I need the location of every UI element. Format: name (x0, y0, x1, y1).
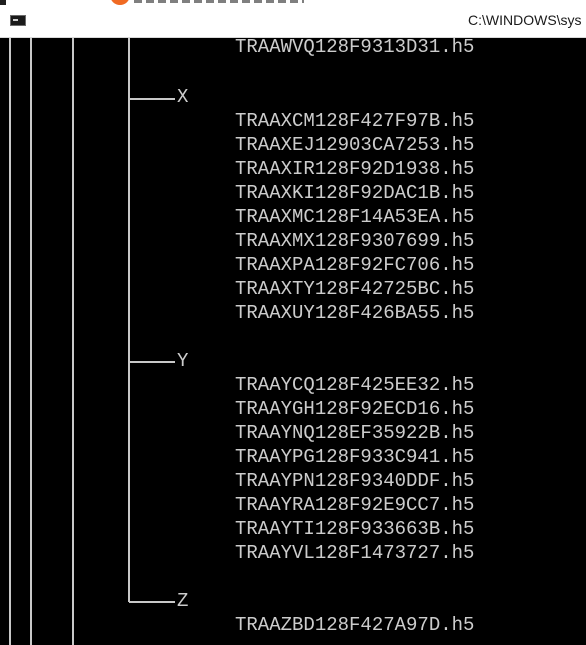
tree-guide-line-4 (128, 38, 130, 602)
file-entry: TRAAXEJ12903CA7253.h5 (235, 134, 475, 156)
tree-branch-z (129, 601, 175, 603)
file-entry: TRAAYPN128F9340DDF.h5 (235, 470, 475, 492)
tree-branch-y (129, 361, 175, 363)
file-entry: TRAAYVL128F1473727.h5 (235, 542, 475, 564)
tree-guide-line-3 (72, 38, 74, 645)
file-entry: TRAAYRA128F92E9CC7.h5 (235, 494, 475, 516)
file-entry: TRAAXPA128F92FC706.h5 (235, 254, 475, 276)
file-entry: TRAAWVQ128F9313D31.h5 (235, 38, 475, 58)
file-entry: TRAAXIR128F92D1938.h5 (235, 158, 475, 180)
file-entry: TRAAYPG128F933C941.h5 (235, 446, 475, 468)
tree-guide-line-1 (9, 38, 11, 645)
console-icon[interactable] (10, 15, 26, 26)
file-entry: TRAAYGH128F92ECD16.h5 (235, 398, 475, 420)
file-entry: TRAAXCM128F427F97B.h5 (235, 110, 475, 132)
file-entry: TRAAXUY128F426BA55.h5 (235, 302, 475, 324)
file-entry: TRAAXMC128F14A53EA.h5 (235, 206, 475, 228)
file-entry: TRAAXMX128F9307699.h5 (235, 230, 475, 252)
folder-label-y: Y (177, 350, 189, 372)
window-title: C:\WINDOWS\sys (468, 12, 582, 28)
folder-label-z: Z (177, 590, 189, 612)
tree-guide-line-2 (30, 38, 32, 645)
file-entry: TRAAYTI128F933663B.h5 (235, 518, 475, 540)
console-window: C:\WINDOWS\sys X Y Z TRAAWVQ128F9313D31.… (0, 0, 586, 645)
title-bar[interactable]: C:\WINDOWS\sys (0, 5, 586, 38)
tree-branch-x (129, 98, 175, 100)
folder-label-x: X (177, 86, 189, 108)
file-entry: TRAAXKI128F92DAC1B.h5 (235, 182, 475, 204)
file-entry: TRAAYNQ128EF35922B.h5 (235, 422, 475, 444)
file-entry: TRAAZBD128F427A97D.h5 (235, 614, 475, 636)
console-output[interactable]: X Y Z TRAAWVQ128F9313D31.h5 TRAAXCM128F4… (0, 38, 586, 645)
file-entry: TRAAYCQ128F425EE32.h5 (235, 374, 475, 396)
background-title-fragment (134, 0, 304, 3)
file-entry: TRAAXTY128F42725BC.h5 (235, 278, 475, 300)
